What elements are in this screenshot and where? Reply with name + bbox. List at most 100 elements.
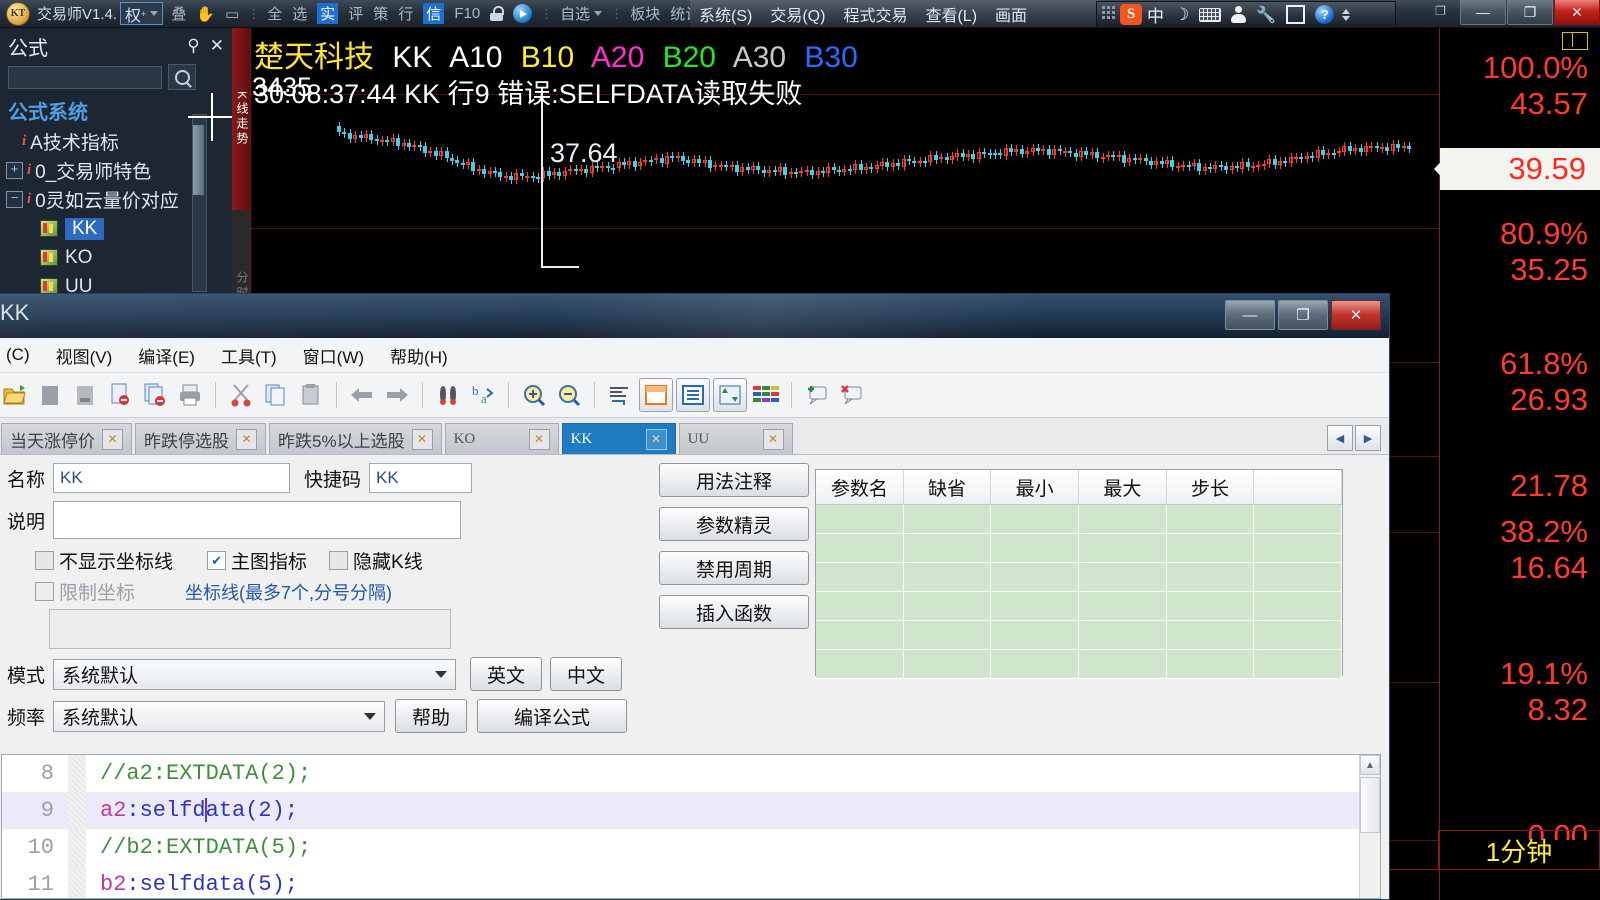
editor-menu-window[interactable]: 窗口(W) [290, 343, 377, 368]
editor-minimize-button[interactable]: — [1225, 300, 1275, 330]
help-button[interactable]: 帮助 [395, 699, 467, 733]
editor-maximize-button[interactable]: ❐ [1278, 300, 1328, 330]
colors-icon[interactable] [750, 379, 782, 411]
tab-close-icon[interactable]: ✕ [102, 429, 123, 450]
editor-close-button[interactable]: ✕ [1331, 300, 1381, 330]
collapse-icon-1[interactable]: − [6, 191, 23, 208]
save-icon[interactable] [69, 379, 101, 411]
remove-note-icon[interactable] [836, 379, 868, 411]
chevron-down-icon-2[interactable] [364, 713, 376, 720]
keyboard-icon[interactable] [1194, 8, 1226, 22]
box-arrow-icon[interactable] [1281, 5, 1310, 24]
vtab-kline[interactable]: K线走势 [232, 28, 251, 210]
shortcut-input[interactable]: KK [369, 463, 472, 493]
play-icon[interactable] [508, 0, 537, 27]
tab-close-icon[interactable]: ✕ [236, 429, 257, 450]
zoom-in-icon[interactable] [518, 379, 550, 411]
expand-icon-1[interactable]: + [6, 162, 23, 179]
hand-icon[interactable]: ✋ [191, 0, 220, 27]
replace-icon[interactable]: ba [467, 379, 499, 411]
tab-close-icon[interactable]: ✕ [646, 429, 667, 450]
english-button[interactable]: 英文 [470, 657, 542, 691]
hide-kline-checkbox[interactable] [329, 551, 348, 570]
toolbar-quan-button[interactable]: 全 [262, 0, 287, 27]
chart-period-badge[interactable]: 1分钟 [1438, 830, 1600, 870]
toolbar-xuan-button[interactable]: 选 [287, 0, 312, 27]
ime-drag-handle[interactable] [1102, 6, 1115, 23]
wrench-icon[interactable]: 🔧 [1251, 5, 1281, 25]
name-input[interactable]: KK [53, 463, 290, 493]
table-row[interactable] [816, 505, 1342, 534]
compile-button[interactable]: 编译公式 [477, 699, 627, 733]
editor-menu-tools[interactable]: 工具(T) [208, 343, 290, 368]
tab-uu[interactable]: UU ✕ [679, 423, 793, 454]
cut-icon[interactable] [225, 379, 257, 411]
chinese-button[interactable]: 中文 [550, 657, 622, 691]
usage-notes-button[interactable]: 用法注释 [659, 463, 809, 497]
menu-trade[interactable]: 交易(Q) [761, 2, 834, 26]
menu-program-trade[interactable]: 程式交易 [834, 2, 916, 26]
table-row[interactable] [816, 563, 1342, 592]
copy-doc-icon[interactable] [139, 379, 171, 411]
paste-icon[interactable] [295, 379, 327, 411]
find-icon[interactable] [432, 379, 464, 411]
panel-list-icon[interactable] [676, 378, 710, 412]
print-icon[interactable] [174, 379, 206, 411]
editor-menu-compile[interactable]: 编译(E) [125, 343, 208, 368]
chevron-down-icon-2[interactable] [594, 11, 602, 16]
tab-next-button[interactable]: ▶ [1355, 425, 1381, 451]
disable-period-button[interactable]: 禁用周期 [659, 551, 809, 585]
editor-menu-c[interactable]: (C) [0, 345, 43, 365]
sort-icon[interactable] [713, 378, 747, 412]
tab-dangtian-zhangtingjia[interactable]: 当天涨停价 ✕ [1, 423, 132, 454]
menu-view[interactable]: 查看(L) [916, 2, 986, 26]
param-wizard-button[interactable]: 参数精灵 [659, 507, 809, 541]
chevron-down-icon[interactable] [435, 671, 447, 678]
main-indicator-checkbox[interactable]: ✔ [207, 551, 226, 570]
toolbar-zixuan-button[interactable]: 自选 [555, 0, 607, 27]
moon-icon[interactable]: ☽ [1169, 5, 1194, 25]
code-scrollbar[interactable]: ▲ [1359, 755, 1380, 898]
toolbar-f10-button[interactable]: F10 [449, 0, 485, 27]
zoom-out-icon[interactable] [553, 379, 585, 411]
scrollbar-thumb[interactable] [1360, 777, 1380, 833]
toolbar-shi-button[interactable]: 实 [312, 0, 343, 27]
minimize-button[interactable]: — [1460, 0, 1506, 25]
table-row[interactable] [816, 621, 1342, 650]
code-line-active[interactable]: 9 a2:selfdata(2); [2, 792, 1380, 829]
formula-search-input[interactable] [8, 66, 162, 89]
open-folder-icon[interactable] [0, 379, 31, 411]
insert-function-button[interactable]: 插入函数 [659, 595, 809, 629]
table-row[interactable] [816, 650, 1342, 679]
ime-expand-toggle[interactable] [1342, 8, 1350, 22]
person-icon[interactable] [1226, 6, 1251, 23]
tab-ko[interactable]: KO ✕ [445, 423, 559, 454]
pin-icon[interactable]: ⚲ [187, 36, 199, 56]
tab-zuodieting-xuangu[interactable]: 昨跌停选股 ✕ [135, 423, 266, 454]
inner-restore-button[interactable]: ❐ [1435, 4, 1446, 18]
menu-system[interactable]: 系统(S) [690, 2, 761, 26]
panel-top-icon[interactable] [639, 378, 673, 412]
copy-icon[interactable] [260, 379, 292, 411]
sogou-logo-icon[interactable]: S [1120, 4, 1142, 25]
code-line[interactable]: 11 b2:selfdata(5); [2, 866, 1380, 899]
sogou-ime-toolbar[interactable]: S 中 ☽ 🔧 ? [1096, 1, 1396, 28]
mode-select[interactable]: 系统默认 [53, 659, 456, 690]
maximize-button[interactable]: ❐ [1507, 0, 1553, 25]
tab-zuodie5-xuangu[interactable]: 昨跌5%以上选股 ✕ [269, 423, 442, 454]
toolbar-hang-button[interactable]: 行 [393, 0, 418, 27]
tab-close-icon[interactable]: ✕ [763, 429, 784, 450]
chevron-down-icon[interactable] [150, 11, 158, 16]
new-doc-icon[interactable] [104, 379, 136, 411]
editor-menu-help[interactable]: 帮助(H) [377, 343, 461, 368]
limit-axis-checkbox[interactable] [35, 582, 54, 601]
forward-arrow-icon[interactable] [381, 379, 413, 411]
lock-icon[interactable] [485, 0, 508, 27]
no-axis-checkbox[interactable] [35, 551, 54, 570]
toolbar-ce-button[interactable]: 策 [368, 0, 393, 27]
help-icon[interactable]: ? [1310, 5, 1339, 24]
editor-menu-view[interactable]: 视图(V) [43, 343, 126, 368]
menu-draw[interactable]: 画面 [986, 2, 1036, 26]
ime-language-mode[interactable]: 中 [1142, 2, 1169, 27]
toolbar-overlay-button[interactable]: 叠 [166, 0, 191, 27]
